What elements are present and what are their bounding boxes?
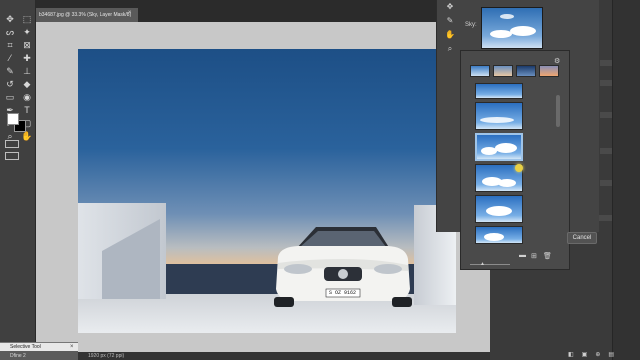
history-brush-icon[interactable]: ↺ — [3, 79, 17, 90]
status-bar: 1920 px (72 ppi) — [36, 352, 490, 360]
dialog-tools: ✥ ✎ ✋ ⌕ — [443, 2, 457, 53]
new-group-icon[interactable]: ▬ — [519, 252, 526, 259]
sky-preset-item[interactable] — [475, 102, 523, 130]
magic-wand-icon[interactable]: ✦ — [20, 27, 34, 38]
sky-group-thumb[interactable] — [493, 65, 513, 77]
crop-tool-icon[interactable]: ⌗ — [3, 40, 17, 51]
sky-preset-item-selected[interactable] — [475, 133, 523, 161]
mouse-cursor-icon — [515, 164, 523, 172]
quick-mask-icon[interactable] — [5, 140, 19, 148]
sky-zoom-tool-icon[interactable]: ⌕ — [448, 44, 452, 53]
brush-tool-icon[interactable]: ✎ — [3, 66, 17, 77]
eyedropper-icon[interactable]: ⁄ — [3, 53, 17, 64]
panel-action-icon[interactable]: ⊕ — [595, 351, 600, 358]
tools-panel: ✥⬚ᔕ✦⌗⊠⁄✚✎⊥↺◆▭◉✒T➤▢⌕✋ — [0, 0, 36, 360]
close-icon[interactable]: × — [70, 343, 74, 351]
stamp-tool-icon[interactable]: ⊥ — [20, 66, 34, 77]
lasso-tool-icon[interactable]: ᔕ — [3, 27, 17, 38]
gradient-tool-icon[interactable]: ▭ — [3, 92, 17, 103]
sky-group-thumb[interactable] — [470, 65, 490, 77]
selective-tool-panel: Selective Tool × Dfine 2 — [0, 342, 78, 360]
sky-hand-tool-icon[interactable]: ✋ — [445, 30, 455, 39]
sky-group-thumb[interactable] — [516, 65, 536, 77]
sky-group-thumb[interactable] — [539, 65, 559, 77]
eraser-icon[interactable]: ◆ — [20, 79, 34, 90]
sky-move-tool-icon[interactable]: ✥ — [447, 2, 454, 11]
selective-tool-item[interactable]: Dfine 2 — [10, 353, 26, 359]
panel-strip — [612, 0, 640, 360]
sky-brush-tool-icon[interactable]: ✎ — [447, 16, 454, 25]
move-tool-icon[interactable]: ✥ — [3, 14, 17, 25]
sky-preset-item[interactable] — [475, 226, 523, 244]
selective-tool-title: Selective Tool — [0, 343, 78, 351]
close-tab-icon[interactable]: × — [128, 10, 132, 16]
panel-action-icon[interactable]: ▣ — [582, 351, 588, 358]
sky-group-thumbnails — [470, 65, 559, 77]
document-image[interactable]: S OZ 9162 — [78, 49, 456, 333]
doc-info: 1920 px (72 ppi) — [88, 353, 125, 359]
sky-preset-thumbnail[interactable] — [481, 7, 543, 49]
thumbnail-size-slider[interactable] — [470, 264, 510, 265]
marquee-tool-icon[interactable]: ⬚ — [20, 14, 34, 25]
screen-mode-icon[interactable] — [5, 152, 19, 160]
document-tab[interactable]: b34687.jpg @ 33.3% (Sky, Layer Mask/8) — [36, 8, 138, 22]
slider-knob-icon[interactable]: ▲ — [480, 261, 485, 267]
blur-tool-icon[interactable]: ◉ — [20, 92, 34, 103]
sky-label: Sky: — [465, 22, 477, 28]
panel-action-icon[interactable]: ◧ — [568, 351, 574, 358]
gear-icon[interactable]: ⚙ — [554, 57, 560, 65]
add-sky-icon[interactable]: ⊞ — [531, 252, 537, 260]
delete-sky-icon[interactable]: 🗑 — [543, 252, 552, 260]
healing-brush-icon[interactable]: ✚ — [20, 53, 34, 64]
panel-bottom-icons: ◧ ▣ ⊕ ▤ — [568, 351, 614, 358]
sky-preset-item[interactable] — [475, 83, 523, 99]
foreground-color-swatch[interactable] — [7, 113, 19, 125]
sky-list-scrollbar[interactable] — [556, 95, 560, 127]
frame-tool-icon[interactable]: ⊠ — [20, 40, 34, 51]
panel-action-icon[interactable]: ▤ — [608, 351, 614, 358]
license-plate-text: S OZ 9162 — [329, 290, 357, 296]
sky-preset-item[interactable] — [475, 195, 523, 223]
cancel-button[interactable]: Cancel — [567, 232, 597, 244]
color-swatches[interactable] — [7, 113, 29, 135]
